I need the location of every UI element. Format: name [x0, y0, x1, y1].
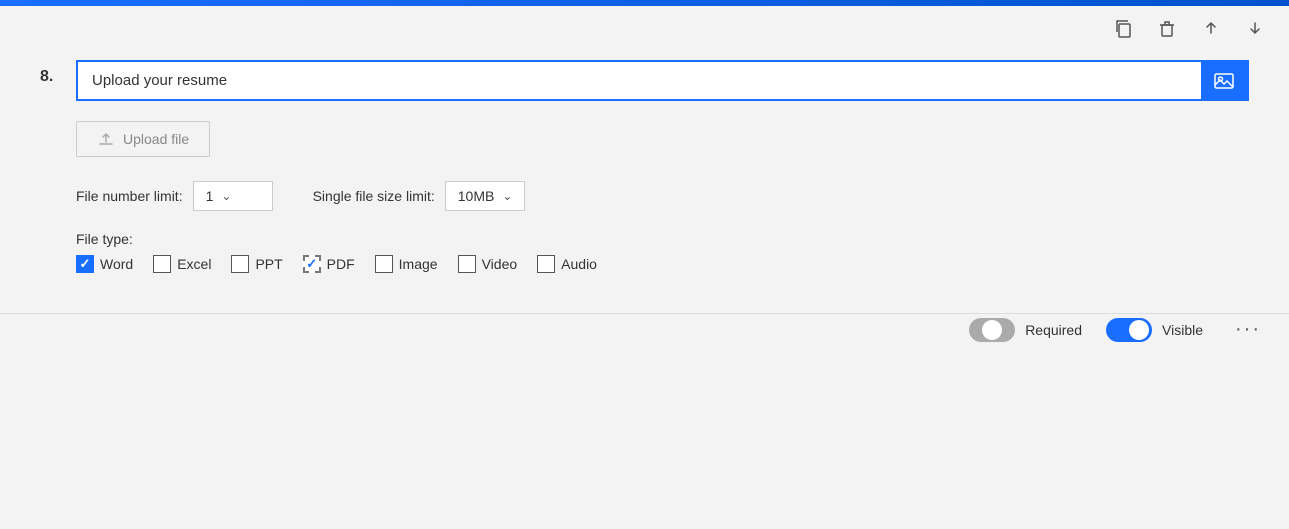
question-number: 8. [40, 68, 64, 86]
checkbox-item-audio[interactable]: Audio [537, 255, 597, 273]
move-down-icon[interactable] [1241, 14, 1269, 42]
checkbox-word[interactable]: ✓ [76, 255, 94, 273]
checkbox-item-video[interactable]: Video [458, 255, 518, 273]
checkbox-item-ppt[interactable]: PPT [231, 255, 282, 273]
file-type-section: File type: ✓ Word Excel PPT [76, 231, 1249, 273]
checkbox-pdf[interactable]: ✓ [303, 255, 321, 273]
checkbox-item-excel[interactable]: Excel [153, 255, 211, 273]
main-content: 8. Upload file File number limit: [0, 50, 1289, 301]
question-input[interactable] [78, 62, 1201, 99]
file-number-limit-item: File number limit: 1 ⌄ [76, 181, 273, 211]
question-row: 8. [40, 60, 1249, 101]
file-number-limit-dropdown[interactable]: 1 ⌄ [193, 181, 273, 211]
checkbox-item-image[interactable]: Image [375, 255, 438, 273]
single-file-size-limit-item: Single file size limit: 10MB ⌄ [313, 181, 526, 211]
checkbox-ppt[interactable] [231, 255, 249, 273]
file-number-limit-value: 1 [206, 188, 214, 204]
checkbox-excel[interactable] [153, 255, 171, 273]
checkbox-pdf-label: PDF [327, 256, 355, 272]
visible-label: Visible [1162, 322, 1203, 338]
required-toggle-group: Required [969, 318, 1082, 342]
file-type-row: File type: [76, 231, 1249, 247]
checkbox-word-label: Word [100, 256, 133, 272]
checkbox-excel-label: Excel [177, 256, 211, 272]
file-number-limit-label: File number limit: [76, 188, 183, 204]
toolbar [0, 6, 1289, 50]
more-options-button[interactable]: ··· [1227, 314, 1269, 345]
checkbox-image-label: Image [399, 256, 438, 272]
single-file-size-limit-label: Single file size limit: [313, 188, 435, 204]
checkbox-video[interactable] [458, 255, 476, 273]
checkbox-audio-label: Audio [561, 256, 597, 272]
required-label: Required [1025, 322, 1082, 338]
file-number-limit-arrow: ⌄ [221, 189, 231, 203]
single-file-size-limit-arrow: ⌄ [502, 189, 512, 203]
question-input-wrapper [76, 60, 1249, 101]
checkbox-item-word[interactable]: ✓ Word [76, 255, 133, 273]
checkbox-video-label: Video [482, 256, 518, 272]
file-type-label: File type: [76, 231, 133, 247]
single-file-size-limit-value: 10MB [458, 188, 495, 204]
checkbox-audio[interactable] [537, 255, 555, 273]
checkbox-item-pdf[interactable]: ✓ PDF [303, 255, 355, 273]
file-type-checkboxes: ✓ Word Excel PPT ✓ PDF [76, 255, 1249, 273]
visible-toggle[interactable] [1106, 318, 1152, 342]
move-up-icon[interactable] [1197, 14, 1225, 42]
checkbox-ppt-label: PPT [255, 256, 282, 272]
checkbox-image[interactable] [375, 255, 393, 273]
footer-row: Required Visible ··· [0, 314, 1289, 345]
required-toggle[interactable] [969, 318, 1015, 342]
image-button[interactable] [1201, 62, 1247, 99]
copy-icon[interactable] [1109, 14, 1137, 42]
delete-icon[interactable] [1153, 14, 1181, 42]
single-file-size-limit-dropdown[interactable]: 10MB ⌄ [445, 181, 526, 211]
visible-toggle-group: Visible [1106, 318, 1203, 342]
upload-file-label: Upload file [123, 131, 189, 147]
upload-file-button[interactable]: Upload file [76, 121, 210, 157]
settings-row: File number limit: 1 ⌄ Single file size … [76, 181, 1249, 211]
